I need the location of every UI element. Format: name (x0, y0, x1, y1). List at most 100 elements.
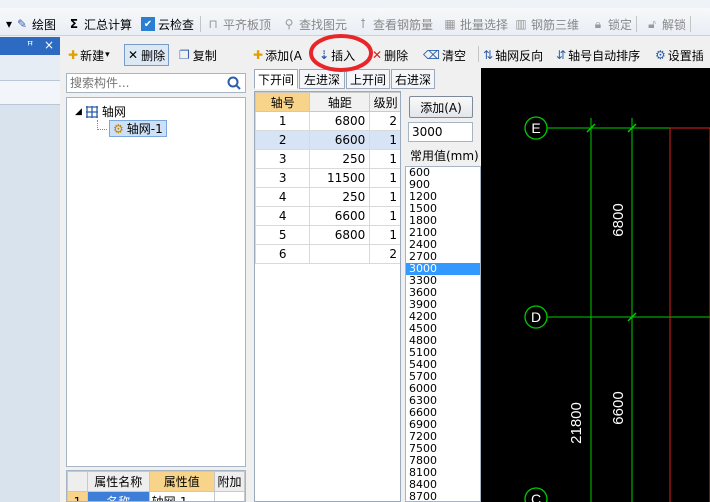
col-axis-dist: 轴距 (309, 92, 371, 112)
batch-select-button[interactable]: ▦ 批量选择 (443, 14, 508, 34)
table-row[interactable]: 62 (255, 244, 400, 264)
delete-component-button[interactable]: ✕ 删除 (124, 44, 170, 66)
axis-cell-level[interactable]: 1 (369, 225, 400, 245)
axis-cell-dist[interactable] (309, 244, 371, 264)
expand-icon[interactable]: ◢ (75, 107, 82, 117)
search-box[interactable] (66, 73, 246, 93)
delete-axis-icon: ✕ (372, 48, 383, 62)
axis-cell-dist[interactable]: 250 (309, 149, 371, 169)
property-table: 属性名称 属性值 附加 1 名称 轴网-1 (66, 470, 246, 502)
common-values-label: 常用值(mm) (410, 149, 479, 163)
axis-cell-no[interactable]: 4 (255, 206, 311, 226)
menu-strip (0, 0, 710, 8)
table-row[interactable]: 5 6800 1 (255, 225, 400, 245)
cloud-check-button[interactable]: ✔ 云检查 (141, 14, 194, 34)
empty-cell (310, 435, 370, 454)
clear-icon: ⌫ (423, 48, 440, 62)
axis-cell-dist[interactable]: 6600 (309, 206, 371, 226)
empty-cell (370, 378, 400, 397)
draw-label: 绘图 (32, 17, 57, 32)
col-axis-no: 轴号 (255, 92, 311, 112)
axis-cell-dist[interactable]: 11500 (309, 168, 371, 188)
find-element-button[interactable]: ⚲ 查找图元 (282, 14, 347, 34)
panel-row[interactable] (0, 55, 60, 81)
prop-extra[interactable] (214, 491, 245, 501)
lock-button[interactable]: 🔒︎ 锁定 (591, 14, 632, 34)
clear-button[interactable]: ⌫ 清空 (423, 44, 466, 66)
toolbar-separator (690, 16, 691, 32)
summary-button[interactable]: Σ 汇总计算 (67, 14, 132, 34)
axis-cell-level[interactable]: 2 (369, 111, 400, 131)
axis-cell-no[interactable]: 5 (255, 225, 311, 245)
prop-name[interactable]: 名称 (86, 491, 150, 501)
tab-bottom-bay[interactable]: 下开间 (254, 69, 298, 89)
component-panel: ✚ 新建 ▾ ✕ 删除 ❐ 复制 ◢ 轴网 ⚙ 轴网-1 属性名称 属性值 (61, 37, 251, 502)
table-row[interactable]: 3 250 1 (255, 149, 400, 169)
axis-cell-dist[interactable]: 6600 (309, 130, 371, 150)
axis-cell-level[interactable]: 1 (369, 130, 400, 150)
axis-cell-level[interactable]: 1 (369, 149, 400, 169)
axis-cell-level[interactable]: 1 (369, 187, 400, 207)
axis-cell-dist[interactable]: 250 (309, 187, 371, 207)
axis-cell-dist[interactable]: 6800 (309, 225, 371, 245)
grid-drawing[interactable]: E D C 6800 6600 21800 (481, 68, 710, 502)
unlock-icon: 🔓︎ (648, 16, 656, 31)
tree-node-child[interactable]: ⚙ 轴网-1 (109, 120, 167, 137)
unlock-label: 解锁 (662, 17, 687, 32)
search-input[interactable] (67, 74, 217, 92)
prop-value[interactable]: 轴网-1 (148, 491, 216, 501)
settings-button[interactable]: ⚙ 设置插 (655, 44, 704, 66)
col-axis-level: 级别 (369, 92, 400, 112)
axis-cell-no[interactable]: 1 (255, 111, 311, 131)
panel-row[interactable] (0, 81, 60, 105)
axis-cell-no[interactable]: 2 (255, 130, 311, 150)
new-button[interactable]: ✚ 新建 ▾ (68, 44, 110, 66)
axis-cell-no[interactable]: 3 (255, 168, 311, 188)
tab-right-depth[interactable]: 右进深 (391, 69, 435, 89)
pin-icon[interactable]: ꟸ (27, 39, 33, 52)
axis-cell-dist[interactable]: 6800 (309, 111, 371, 131)
close-icon[interactable]: × (44, 38, 54, 52)
spacing-input[interactable]: 3000 (408, 122, 473, 142)
empty-row (256, 397, 401, 416)
axis-cell-no[interactable]: 4 (255, 187, 311, 207)
axis-bubble-d[interactable]: D (524, 305, 548, 329)
view-rebar-button[interactable]: ꝉ 查看钢筋量 (356, 14, 433, 34)
axis-cell-no[interactable]: 6 (255, 244, 311, 264)
table-row[interactable]: 2 6600 1 (255, 130, 400, 150)
add-value-button[interactable]: 添加(A) (409, 96, 473, 118)
add-axis-button[interactable]: ✚ 添加(A (253, 44, 302, 66)
axis-cell-level[interactable]: 2 (369, 244, 400, 264)
tab-top-bay[interactable]: 上开间 (346, 69, 390, 89)
empty-cell (256, 435, 310, 454)
table-row[interactable]: 4 250 1 (255, 187, 400, 207)
align-slab-label: 平齐板顶 (223, 17, 272, 32)
insert-axis-button[interactable]: ⇣ 插入 (319, 44, 355, 66)
reverse-axis-button[interactable]: ⇅ 轴网反向 (483, 44, 543, 66)
axis-cell-no[interactable]: 3 (255, 149, 311, 169)
table-row[interactable]: 4 6600 1 (255, 206, 400, 226)
toolbar-separator (636, 16, 637, 32)
rebar-3d-button[interactable]: ▥ 钢筋三维 (514, 14, 579, 34)
axis-cell-level[interactable]: 1 (369, 168, 400, 188)
list-item[interactable]: 8700 (406, 491, 480, 502)
tab-left-depth[interactable]: 左进深 (299, 69, 345, 89)
common-values-list[interactable]: 600 900 1200 1500 1800 2100 2400 2700 3000 3300 36… (405, 166, 481, 502)
draw-button[interactable]: ✎ 绘图 (15, 14, 56, 34)
table-row[interactable]: 1 6800 2 (255, 111, 400, 131)
cad-canvas[interactable]: E D C 6800 6600 21800 (481, 68, 710, 502)
unlock-button[interactable]: 🔓︎ 解锁 (645, 14, 686, 34)
copy-button[interactable]: ❐ 复制 (179, 44, 217, 66)
lock-label: 锁定 (608, 17, 633, 32)
auto-sort-button[interactable]: ⇵ 轴号自动排序 (556, 44, 640, 66)
clear-label: 清空 (441, 48, 466, 63)
table-row[interactable]: 3 11500 1 (255, 168, 400, 188)
axis-bubble-c[interactable]: C (524, 487, 548, 502)
align-slab-button[interactable]: ⊓ 平齐板顶 (206, 14, 271, 34)
delete-axis-button[interactable]: ✕ 删除 (372, 44, 408, 66)
axis-bubble-e[interactable]: E (524, 116, 548, 140)
axis-cell-level[interactable]: 1 (369, 206, 400, 226)
search-icon[interactable] (226, 75, 242, 91)
sigma-icon: Σ (69, 17, 79, 31)
tree-node-root[interactable]: ◢ 轴网 (75, 103, 126, 120)
